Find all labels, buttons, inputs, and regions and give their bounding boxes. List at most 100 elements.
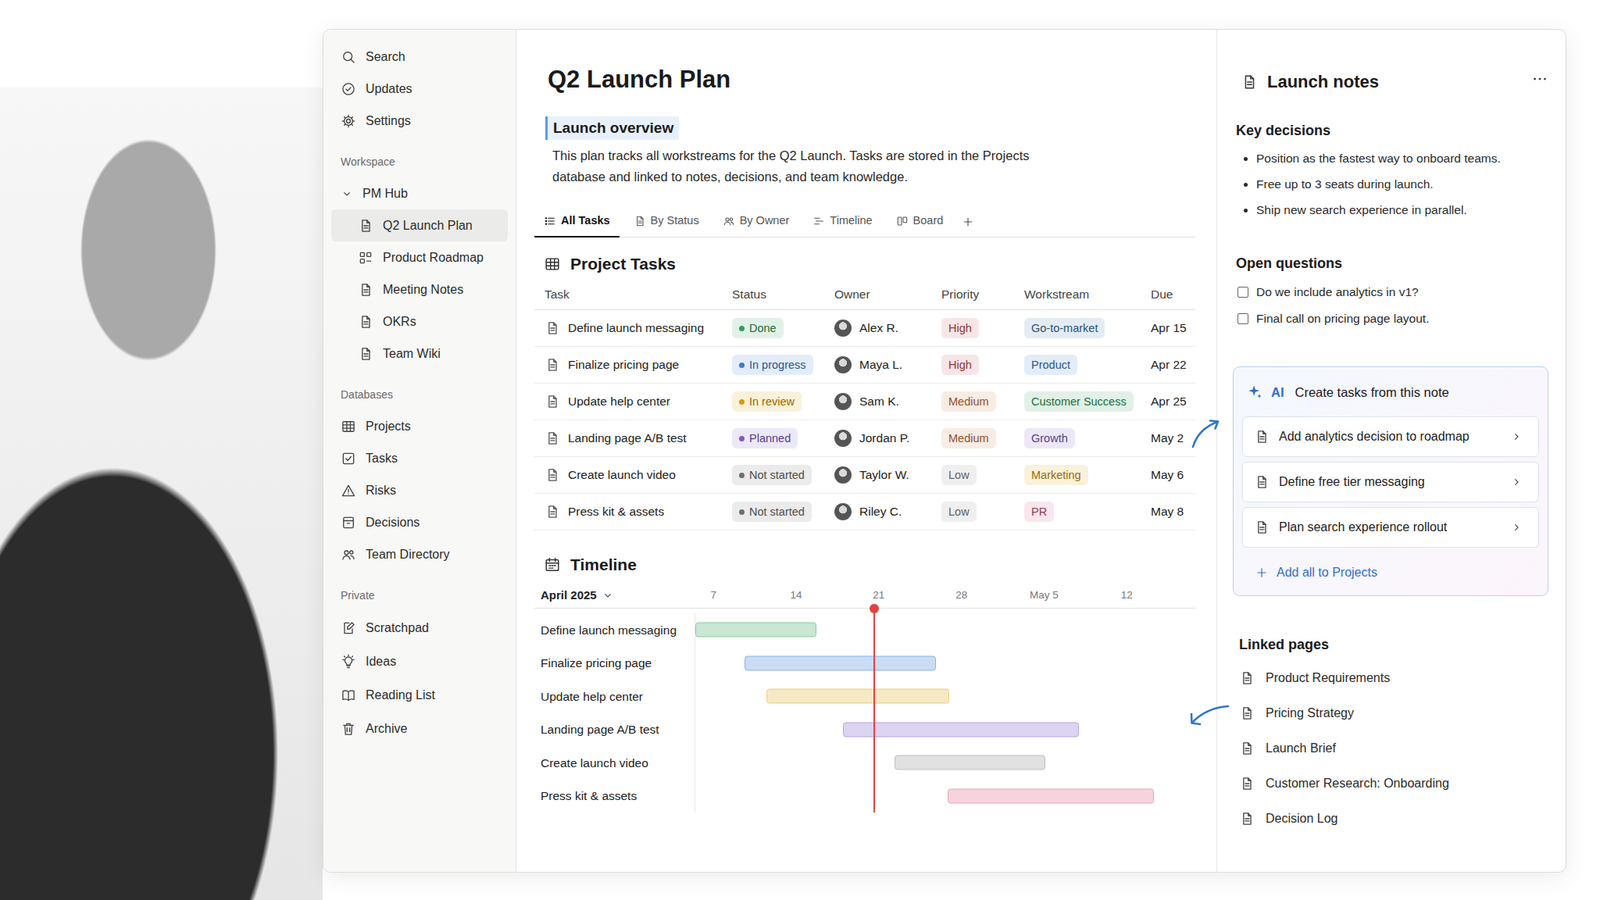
linked-page[interactable]: Customer Research: Onboarding (1239, 765, 1549, 801)
table-row[interactable]: Landing page A/B testPlannedJordan P.Med… (534, 420, 1196, 458)
add-view-button[interactable] (957, 206, 979, 237)
document-icon (1239, 775, 1255, 792)
timeline-bar[interactable] (695, 622, 817, 638)
suggestion-item[interactable]: Add analytics decision to roadmap (1242, 416, 1540, 458)
view-tab[interactable]: Board (886, 206, 954, 238)
priority-chip: Low (941, 464, 977, 486)
column-header[interactable]: Owner (828, 278, 936, 310)
item-label: Team Directory (365, 545, 450, 565)
priority-chip: Medium (941, 428, 997, 449)
sidebar-item[interactable]: Reading List (331, 678, 508, 712)
sidebar-item[interactable]: Decisions (331, 506, 508, 539)
status-chip-label: Planned (749, 429, 791, 447)
column-header[interactable]: Priority (935, 278, 1018, 310)
linked-page[interactable]: Product Requirements (1239, 660, 1549, 696)
bar-fill (894, 755, 1046, 771)
document-icon (1239, 740, 1255, 757)
sidebar-item[interactable]: Meeting Notes (331, 273, 508, 306)
add-all-button[interactable]: Add all to Projects (1242, 561, 1540, 584)
ai-header: AICreate tasks from this note (1242, 381, 1540, 404)
item-label: Search (365, 47, 406, 67)
timeline-bar[interactable] (744, 655, 936, 671)
section-heading: Project Tasks (534, 252, 1196, 276)
owner-name: Jordan P. (859, 428, 910, 447)
column-header[interactable]: Workstream (1017, 278, 1145, 310)
task-name: Press kit & assets (567, 502, 665, 521)
sidebar-item[interactable]: Ideas (331, 644, 508, 679)
table-row[interactable]: Define launch messagingDoneAlex R.HighGo… (534, 310, 1196, 347)
suggestion-item[interactable]: Plan search experience rollout (1242, 507, 1540, 548)
question-item[interactable]: Do we include analytics in v1? (1235, 278, 1549, 306)
checkbox-icon (340, 450, 357, 467)
timeline-bar[interactable] (947, 788, 1154, 804)
task-name: Define launch messaging (567, 318, 704, 337)
document-icon (544, 503, 561, 520)
sidebar-item[interactable]: Archive (331, 711, 508, 746)
bar-fill (744, 655, 936, 671)
timeline-row: Define launch messaging (534, 613, 1196, 647)
column-header[interactable]: Task (534, 278, 726, 310)
sidebar-item[interactable]: Risks (331, 474, 508, 507)
timeline-bar[interactable] (894, 755, 1046, 771)
document-icon (1253, 428, 1270, 445)
sidebar-item[interactable]: Team Wiki (331, 337, 508, 370)
sidebar-item[interactable]: Search (331, 40, 508, 73)
tab-label: Timeline (829, 212, 872, 230)
suggestion-label: Add analytics decision to roadmap (1278, 427, 1501, 447)
suggestion-item[interactable]: Define free tier messaging (1242, 461, 1540, 503)
sidebar-item[interactable]: OKRs (331, 305, 508, 338)
bar-track (694, 679, 1196, 714)
sidebar-item[interactable]: Updates (331, 72, 508, 105)
more-button[interactable] (1531, 70, 1549, 93)
linked-page[interactable]: Decision Log (1239, 800, 1549, 836)
add-all-label: Add all to Projects (1276, 563, 1378, 583)
owner-avatar (834, 503, 852, 521)
table-row[interactable]: Update help centerIn reviewSam K.MediumC… (534, 383, 1196, 421)
table-row[interactable]: Create launch videoNot startedTaylor W.L… (534, 457, 1196, 494)
lightbulb-icon (340, 653, 357, 670)
item-label: Settings (365, 111, 411, 131)
linked-page[interactable]: Launch Brief (1239, 730, 1549, 766)
sidebar-item[interactable]: Product Roadmap (331, 241, 508, 274)
item-label: Meeting Notes (382, 280, 464, 300)
view-tab[interactable]: Timeline (803, 206, 882, 238)
timeline-row: Update help center (534, 679, 1196, 714)
owner-cell: Jordan P. (828, 420, 936, 457)
linked-page[interactable]: Pricing Strategy (1239, 695, 1549, 731)
item-label: Product Roadmap (382, 248, 484, 268)
column-header[interactable]: Due (1144, 278, 1196, 310)
owner-name: Maya L. (859, 355, 903, 374)
workstream-chip: Growth (1024, 428, 1075, 449)
sidebar-item[interactable]: Tasks (331, 442, 508, 475)
section-heading: Private (331, 579, 508, 611)
document-icon (1240, 73, 1258, 91)
view-tab[interactable]: By Status (624, 206, 709, 238)
section-heading: Open questions (1235, 253, 1549, 274)
due-date: Apr 22 (1144, 346, 1196, 383)
item-label: Decisions (365, 513, 420, 533)
bar-label: Create launch video (534, 746, 695, 780)
priority-chip-label: High (948, 319, 972, 337)
timeline-bar[interactable] (842, 721, 1079, 737)
checkbox[interactable] (1237, 313, 1249, 325)
sidebar-item[interactable]: Settings (331, 104, 508, 137)
timeline: TimelineApril 20257142128May 512Define l… (534, 553, 1196, 813)
sidebar-item[interactable]: Q2 Launch Plan (331, 209, 508, 242)
table-row[interactable]: Finalize pricing pageIn progressMaya L.H… (534, 346, 1196, 384)
checkbox[interactable] (1237, 286, 1249, 298)
timeline-bar[interactable] (766, 689, 950, 704)
column-header[interactable]: Status (725, 278, 829, 310)
sidebar-group[interactable]: PM Hub (331, 177, 508, 210)
gear-icon (340, 113, 357, 129)
view-tab[interactable]: All Tasks (534, 206, 620, 238)
timeline-header: April 20257142128May 512 (534, 582, 1196, 608)
sidebar-item[interactable]: Scratchpad (331, 610, 508, 645)
view-tab[interactable]: By Owner (713, 206, 800, 238)
question-item[interactable]: Final call on pricing page layout. (1235, 305, 1549, 333)
status-chip-label: Not started (749, 466, 805, 484)
sidebar-item[interactable]: Projects (331, 410, 508, 443)
sidebar-item[interactable]: Team Directory (331, 538, 508, 571)
month-picker[interactable]: April 2025 (534, 582, 695, 608)
table-row[interactable]: Press kit & assetsNot startedRiley C.Low… (534, 493, 1196, 531)
question-label: Do we include analytics in v1? (1256, 282, 1419, 301)
